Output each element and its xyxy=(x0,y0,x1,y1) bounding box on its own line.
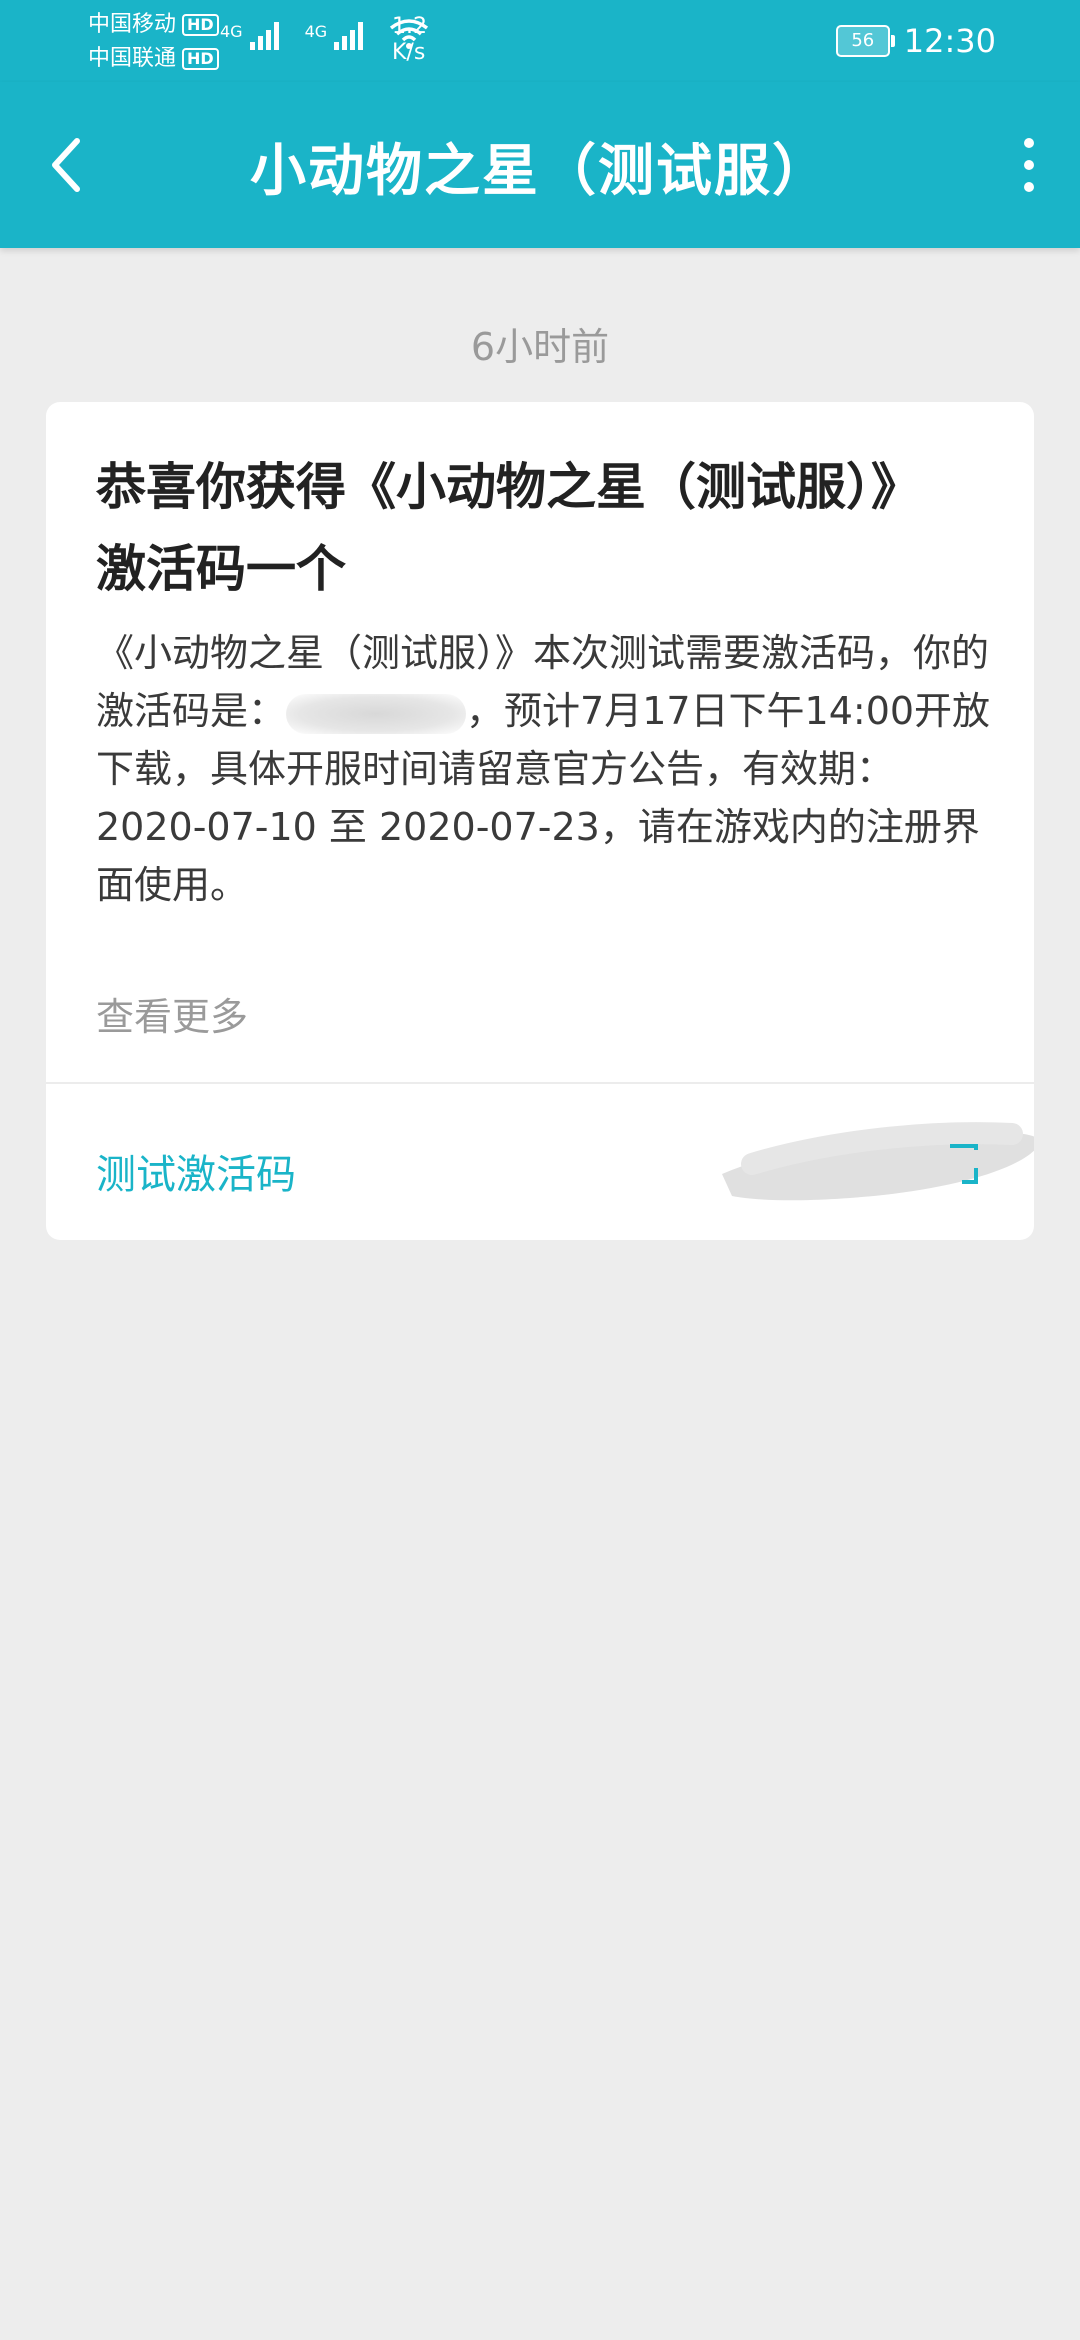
redacted-activation-code xyxy=(286,693,467,734)
card-divider xyxy=(46,1082,1034,1084)
network-speed: 1.2 K/s xyxy=(392,14,427,66)
more-dot-icon xyxy=(1024,160,1034,170)
message-timestamp: 6小时前 xyxy=(470,325,610,369)
carrier-1: 中国移动 xyxy=(88,12,177,37)
speed-value: 1.2 xyxy=(392,14,427,39)
network-type-2: 4G xyxy=(304,22,328,41)
hd-badge-2: HD xyxy=(182,48,219,70)
chevron-left-icon xyxy=(52,138,80,192)
battery-icon: 56 xyxy=(835,25,895,57)
message-body: 《小动物之星（测试服）》本次测试需要激活码，你的激活码是： ，预计7月17日下午1… xyxy=(96,624,992,914)
activation-code-link[interactable]: 测试激活码 xyxy=(96,1142,296,1200)
copy-icon[interactable] xyxy=(946,1142,986,1186)
more-dot-icon xyxy=(1024,182,1034,192)
carrier-info: 中国移动 HD 中国联通 HD xyxy=(88,8,219,76)
back-button[interactable] xyxy=(36,122,96,208)
signal-strength-icon: 4G xyxy=(305,22,364,50)
more-dot-icon xyxy=(1024,138,1034,148)
message-title: 恭喜你获得《小动物之星（测试服）》激活码一个 xyxy=(96,458,921,598)
clock: 12:30 xyxy=(903,22,996,60)
hd-badge-1: HD xyxy=(182,14,219,36)
status-right: 56 12:30 xyxy=(835,22,996,60)
view-more-link[interactable]: 查看更多 xyxy=(96,986,248,1041)
app-bar: 小动物之星（测试服） xyxy=(0,82,1080,248)
page-title: 小动物之星（测试服） xyxy=(250,139,830,204)
carrier-2: 中国联通 xyxy=(88,46,177,71)
network-type-1: 4G xyxy=(220,22,243,41)
more-options-button[interactable] xyxy=(1004,122,1054,208)
battery-level: 56 xyxy=(851,30,875,51)
signal-strength-icon: 4G xyxy=(220,22,279,50)
speed-unit: K/s xyxy=(392,40,426,65)
message-card: 恭喜你获得《小动物之星（测试服）》激活码一个 《小动物之星（测试服）》本次测试需… xyxy=(46,402,1034,1240)
status-bar: 中国移动 HD 中国联通 HD 4G 4G 1.2 K/s 56 12:30 xyxy=(0,0,1080,82)
